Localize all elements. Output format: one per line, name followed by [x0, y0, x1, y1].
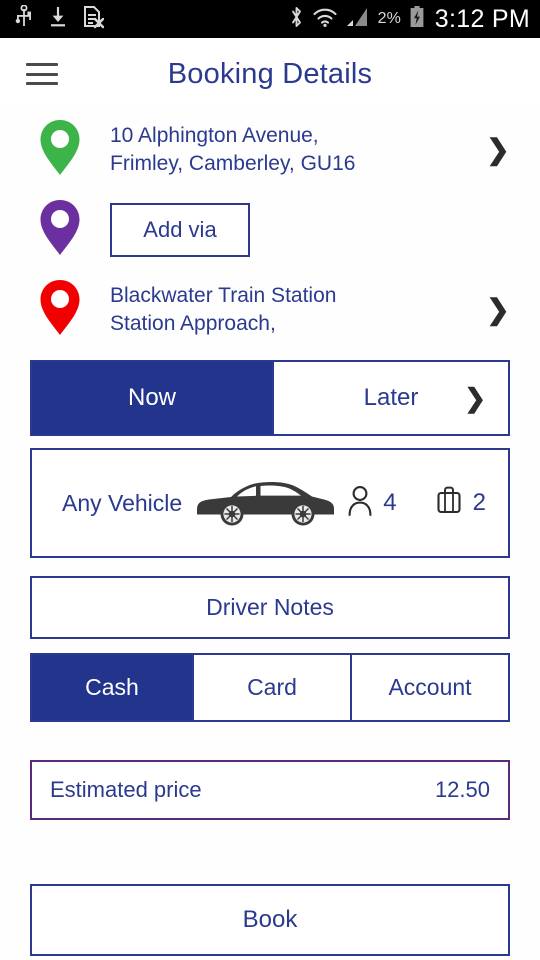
- tab-now[interactable]: Now: [32, 362, 272, 434]
- tab-card[interactable]: Card: [192, 655, 350, 720]
- add-via-button[interactable]: Add via: [110, 203, 250, 257]
- bluetooth-icon: [289, 5, 304, 34]
- tab-later-label: Later: [363, 384, 419, 411]
- destination-address-line1: Blackwater Train Station: [110, 284, 337, 307]
- map-pin-purple-icon: [38, 198, 82, 263]
- book-button[interactable]: Book: [30, 884, 510, 956]
- pickup-address-line2: Frimley, Camberley, GU16: [110, 152, 356, 175]
- map-pin-red-icon: [38, 278, 82, 343]
- estimated-price-label: Estimated price: [50, 777, 202, 802]
- person-icon: [347, 484, 373, 523]
- tab-now-label: Now: [127, 384, 176, 411]
- sim-card-error-icon: [82, 5, 105, 34]
- tab-card-label: Card: [247, 674, 297, 700]
- destination-pin-wrap: [30, 278, 90, 343]
- clock-label: 3:12 PM: [434, 4, 530, 33]
- wifi-icon: [312, 5, 338, 34]
- pickup-address-row[interactable]: 10 Alphington Avenue, Frimley, Camberley…: [0, 110, 540, 190]
- destination-address-text: Blackwater Train Station Station Approac…: [90, 282, 478, 338]
- via-address-row: Add via: [0, 190, 540, 270]
- later-chevron-right-icon: ❯: [464, 383, 486, 413]
- book-button-wrap: Book: [30, 884, 510, 956]
- status-bar-right-icons: 2% 3:12 PM: [289, 5, 530, 34]
- hamburger-bar: [26, 72, 58, 76]
- pickup-address-text: 10 Alphington Avenue, Frimley, Camberley…: [90, 122, 478, 178]
- map-pin-green-icon: [38, 118, 82, 183]
- via-pin-wrap: [30, 198, 90, 263]
- cellular-signal-icon: [346, 5, 370, 34]
- passenger-count: 4: [383, 489, 397, 516]
- pickup-address-line1: 10 Alphington Avenue,: [110, 124, 319, 147]
- tab-later[interactable]: Later ❯: [272, 362, 508, 434]
- payment-segmented-control: Cash Card Account: [30, 653, 510, 722]
- vehicle-card[interactable]: Any Vehicle 4 2: [30, 448, 510, 558]
- suitcase-icon: [435, 484, 463, 523]
- booking-details-screen: 2% 3:12 PM Booking Details 10 Alphington…: [0, 0, 540, 960]
- time-selector: Now Later ❯: [30, 360, 510, 436]
- hamburger-bar: [26, 63, 58, 66]
- destination-chevron-right-icon[interactable]: ❯: [478, 296, 518, 324]
- battery-charging-icon: [409, 5, 425, 34]
- vehicle-image-wrap: [182, 473, 347, 534]
- pickup-pin-wrap: [30, 118, 90, 183]
- pickup-chevron-right-icon[interactable]: ❯: [478, 136, 518, 164]
- sedan-car-icon: [191, 473, 339, 534]
- driver-notes-button[interactable]: Driver Notes: [30, 576, 510, 639]
- usb-icon: [14, 4, 34, 34]
- status-bar-left-icons: [14, 4, 105, 34]
- hamburger-bar: [26, 82, 58, 85]
- tab-cash[interactable]: Cash: [32, 655, 192, 720]
- driver-notes-section: Driver Notes: [30, 558, 510, 639]
- tab-account[interactable]: Account: [350, 655, 508, 720]
- destination-address-row[interactable]: Blackwater Train Station Station Approac…: [0, 270, 540, 350]
- tab-account-label: Account: [388, 674, 472, 700]
- payment-section: Cash Card Account: [30, 653, 510, 722]
- battery-percent-label: 2%: [377, 10, 401, 27]
- destination-address-line2: Station Approach,: [110, 312, 276, 335]
- tab-cash-label: Cash: [85, 674, 139, 700]
- hamburger-menu-icon[interactable]: [26, 63, 58, 85]
- download-icon: [48, 5, 68, 34]
- estimated-price-value: 12.50: [434, 777, 490, 802]
- page-title: Booking Details: [167, 57, 373, 90]
- vehicle-section: Any Vehicle 4 2: [30, 448, 510, 558]
- luggage-count: 2: [472, 489, 486, 516]
- price-section: Estimated price 12.50: [30, 760, 510, 820]
- status-bar: 2% 3:12 PM: [0, 0, 540, 38]
- estimated-price-row: Estimated price 12.50: [30, 760, 510, 820]
- via-button-wrap: Add via: [90, 203, 518, 257]
- vehicle-type-label: Any Vehicle: [62, 489, 183, 516]
- vehicle-capacity: 4 2: [347, 484, 486, 523]
- app-header: Booking Details: [0, 38, 540, 110]
- time-segmented-control: Now Later ❯: [30, 360, 510, 436]
